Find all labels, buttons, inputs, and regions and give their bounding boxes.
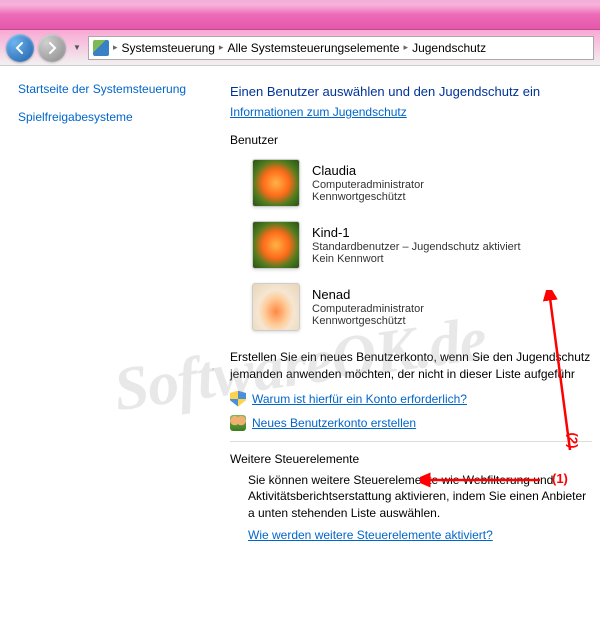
- user-info: Nenad Computeradministrator Kennwortgesc…: [312, 287, 424, 327]
- divider: [230, 441, 592, 442]
- user-role: Computeradministrator: [312, 179, 424, 191]
- back-button[interactable]: [6, 34, 34, 62]
- user-item[interactable]: Claudia Computeradministrator Kennwortge…: [248, 155, 592, 211]
- new-account-link-row: Neues Benutzerkonto erstellen: [230, 415, 592, 431]
- main-panel: Einen Benutzer auswählen und den Jugends…: [210, 66, 600, 630]
- user-info: Kind-1 Standardbenutzer – Jugendschutz a…: [312, 225, 521, 265]
- user-info: Claudia Computeradministrator Kennwortge…: [312, 163, 424, 203]
- control-panel-icon: [93, 40, 109, 56]
- user-password-status: Kennwortgeschützt: [312, 191, 424, 203]
- more-controls-text: Sie können weitere Steuerelemente wie We…: [248, 472, 592, 522]
- user-name: Nenad: [312, 287, 424, 302]
- forward-button: [38, 34, 66, 62]
- user-password-status: Kein Kennwort: [312, 253, 521, 265]
- user-role: Computeradministrator: [312, 303, 424, 315]
- sidebar: Startseite der Systemsteuerung Spielfrei…: [0, 66, 210, 630]
- page-title: Einen Benutzer auswählen und den Jugends…: [230, 84, 592, 99]
- user-item[interactable]: Nenad Computeradministrator Kennwortgesc…: [248, 279, 592, 335]
- sidebar-link-games[interactable]: Spielfreigabesysteme: [18, 110, 200, 124]
- user-name: Claudia: [312, 163, 424, 178]
- users-label: Benutzer: [230, 133, 592, 147]
- create-account-text: Erstellen Sie ein neues Benutzerkonto, w…: [230, 349, 592, 383]
- info-link[interactable]: Informationen zum Jugendschutz: [230, 105, 407, 119]
- content-area: Startseite der Systemsteuerung Spielfrei…: [0, 66, 600, 630]
- more-controls-heading: Weitere Steuerelemente: [230, 452, 592, 466]
- people-icon: [230, 415, 246, 431]
- address-bar[interactable]: ▸ Systemsteuerung ▸ Alle Systemsteuerung…: [88, 36, 594, 60]
- user-password-status: Kennwortgeschützt: [312, 315, 424, 327]
- user-name: Kind-1: [312, 225, 521, 240]
- why-account-link-row: Warum ist hierfür ein Konto erforderlich…: [230, 391, 592, 407]
- breadcrumb-sep: ▸: [111, 42, 120, 53]
- why-account-link[interactable]: Warum ist hierfür ein Konto erforderlich…: [252, 392, 467, 406]
- how-activate-link[interactable]: Wie werden weitere Steuerelemente aktivi…: [248, 528, 493, 542]
- avatar: [252, 221, 300, 269]
- shield-icon: [230, 391, 246, 407]
- breadcrumb-seg[interactable]: Systemsteuerung: [122, 41, 215, 55]
- breadcrumb-sep: ▸: [402, 42, 411, 53]
- user-role: Standardbenutzer – Jugendschutz aktivier…: [312, 241, 521, 253]
- sidebar-link-home[interactable]: Startseite der Systemsteuerung: [18, 82, 200, 96]
- breadcrumb-seg[interactable]: Jugendschutz: [412, 41, 486, 55]
- user-item[interactable]: Kind-1 Standardbenutzer – Jugendschutz a…: [248, 217, 592, 273]
- new-account-link[interactable]: Neues Benutzerkonto erstellen: [252, 416, 416, 430]
- breadcrumb-sep: ▸: [217, 42, 226, 53]
- navigation-bar: ▼ ▸ Systemsteuerung ▸ Alle Systemsteueru…: [0, 30, 600, 66]
- avatar: [252, 159, 300, 207]
- breadcrumb-seg[interactable]: Alle Systemsteuerungselemente: [227, 41, 399, 55]
- history-dropdown[interactable]: ▼: [70, 38, 84, 58]
- avatar: [252, 283, 300, 331]
- window-titlebar[interactable]: [0, 0, 600, 30]
